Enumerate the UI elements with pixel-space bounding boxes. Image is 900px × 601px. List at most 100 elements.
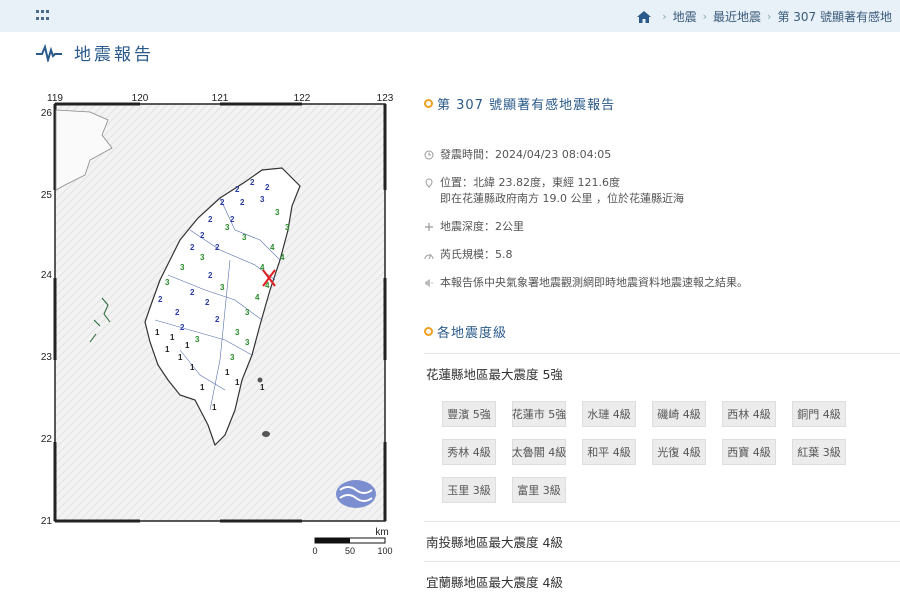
svg-text:4: 4 [280, 253, 285, 262]
report-info: 發震時間：2024/04/23 08:04:05 位置：北緯 23.82度，東經… [424, 147, 900, 291]
station-chip[interactable]: 太魯閣 4級 [512, 439, 566, 465]
seismic-wave-icon [36, 43, 62, 62]
svg-text:3: 3 [195, 335, 200, 344]
report-title: 第 307 號顯著有感地震報告 [424, 94, 900, 113]
county-row-nantou[interactable]: 南投縣地區最大震度 4級 [424, 521, 900, 561]
location-detail: 即在花蓮縣政府南方 19.0 公里 ，位於花蓮縣近海 [440, 192, 684, 205]
info-note: 本報告係中央氣象署地震觀測網即時地震資料地震速報之結果。 [424, 275, 900, 291]
lon-tick: 122 [294, 93, 311, 104]
svg-text:0: 0 [312, 546, 317, 556]
breadcrumb-separator: › [767, 10, 772, 23]
svg-text:2: 2 [265, 183, 270, 192]
svg-text:1: 1 [170, 333, 175, 342]
svg-text:3: 3 [220, 283, 225, 292]
report-panel: 第 307 號顯著有感地震報告 發震時間：2024/04/23 08:04:05… [424, 94, 900, 303]
lon-tick: 119 [47, 93, 63, 104]
svg-text:2: 2 [235, 185, 240, 194]
svg-text:3: 3 [225, 223, 230, 232]
station-chip[interactable]: 水璉 4級 [582, 401, 636, 427]
bullet-dot-icon [424, 99, 433, 108]
svg-text:3: 3 [245, 338, 250, 347]
svg-text:2: 2 [230, 215, 235, 224]
station-chips: 豐濱 5強 花蓮市 5強 水璉 4級 磯崎 4級 西林 4級 銅門 4級 秀林 … [442, 401, 872, 515]
station-chip[interactable]: 和平 4級 [582, 439, 636, 465]
breadcrumb: › 地震 › 最近地震 › 第 307 號顯著有感地 [636, 8, 892, 25]
lat-tick: 25 [41, 190, 53, 201]
svg-text:2: 2 [205, 298, 210, 307]
svg-text:3: 3 [242, 233, 247, 242]
svg-text:2: 2 [220, 198, 225, 207]
county-row-hualien[interactable]: 花蓮縣地區最大震度 5強 [424, 353, 900, 393]
info-depth: 地震深度：2公里 [424, 219, 900, 235]
station-chip[interactable]: 紅葉 3級 [792, 439, 846, 465]
svg-text:1: 1 [178, 353, 183, 362]
station-chip[interactable]: 豐濱 5強 [442, 401, 496, 427]
svg-text:2: 2 [190, 288, 195, 297]
breadcrumb-item-earthquake[interactable]: 地震 [673, 8, 697, 25]
station-chip[interactable]: 富里 3級 [512, 477, 566, 503]
svg-text:2: 2 [208, 271, 213, 280]
svg-text:1: 1 [200, 383, 205, 392]
lon-tick: 123 [377, 93, 394, 104]
svg-text:1: 1 [155, 328, 160, 337]
lat-tick: 23 [41, 352, 53, 363]
station-chip[interactable]: 西寶 4級 [722, 439, 776, 465]
intensity-levels: 各地震度級 花蓮縣地區最大震度 5強 豐濱 5強 花蓮市 5強 水璉 4級 磯崎… [424, 322, 900, 601]
lon-tick: 120 [132, 93, 149, 104]
breadcrumb-item-current: 第 307 號顯著有感地 [777, 10, 892, 24]
svg-text:4: 4 [270, 243, 275, 252]
lat-tick: 26 [41, 108, 53, 119]
location-pin-icon [424, 178, 434, 188]
station-chip[interactable]: 花蓮市 5強 [512, 401, 566, 427]
svg-text:2: 2 [180, 323, 185, 332]
station-chip[interactable]: 磯崎 4級 [652, 401, 706, 427]
info-magnitude: 芮氏規模：5.8 [424, 247, 900, 263]
svg-text:3: 3 [275, 208, 280, 217]
svg-text:3: 3 [180, 263, 185, 272]
svg-text:1: 1 [235, 378, 240, 387]
lat-tick: 24 [41, 270, 53, 281]
megaphone-icon [424, 278, 434, 288]
svg-text:1: 1 [260, 383, 265, 392]
station-chip[interactable]: 光復 4級 [652, 439, 706, 465]
intensity-map: 119 120 121 122 123 26 25 24 23 22 21 2 … [30, 90, 400, 560]
svg-text:2: 2 [190, 243, 195, 252]
svg-text:2: 2 [158, 295, 163, 304]
svg-text:2: 2 [200, 231, 205, 240]
top-bar: › 地震 › 最近地震 › 第 307 號顯著有感地 [0, 0, 900, 32]
info-time: 發震時間：2024/04/23 08:04:05 [424, 147, 900, 163]
map-scale-bar: km 0 50 100 [312, 527, 392, 556]
station-chip[interactable]: 玉里 3級 [442, 477, 496, 503]
svg-text:100: 100 [377, 546, 392, 556]
svg-text:50: 50 [345, 546, 355, 556]
lat-tick: 22 [41, 434, 53, 445]
lon-tick: 121 [212, 93, 229, 104]
clock-icon [424, 150, 434, 160]
county-row-yilan[interactable]: 宜蘭縣地區最大震度 4級 [424, 561, 900, 601]
station-chip[interactable]: 銅門 4級 [792, 401, 846, 427]
breadcrumb-separator: › [662, 10, 667, 23]
page-title: 地震報告 [74, 45, 154, 65]
svg-text:1: 1 [190, 363, 195, 372]
svg-text:2: 2 [250, 178, 255, 187]
menu-grid-icon[interactable] [36, 10, 50, 22]
cwa-logo [336, 480, 376, 508]
info-location: 位置：北緯 23.82度，東經 121.6度 即在花蓮縣政府南方 19.0 公里… [424, 175, 900, 207]
home-icon[interactable] [636, 10, 652, 24]
svg-text:1: 1 [165, 345, 170, 354]
svg-text:2: 2 [215, 243, 220, 252]
svg-text:3: 3 [230, 353, 235, 362]
svg-text:3: 3 [285, 223, 290, 232]
station-chip[interactable]: 西林 4級 [722, 401, 776, 427]
svg-text:3: 3 [200, 253, 205, 262]
svg-text:1: 1 [185, 341, 190, 350]
lat-tick: 21 [41, 516, 53, 527]
page-heading: 地震報告 [36, 40, 154, 65]
station-chip[interactable]: 秀林 4級 [442, 439, 496, 465]
breadcrumb-item-recent[interactable]: 最近地震 [713, 8, 761, 25]
magnitude-icon [424, 250, 434, 260]
depth-icon [424, 222, 434, 232]
breadcrumb-separator: › [702, 10, 708, 23]
svg-text:2: 2 [215, 315, 220, 324]
svg-text:3: 3 [235, 328, 240, 337]
